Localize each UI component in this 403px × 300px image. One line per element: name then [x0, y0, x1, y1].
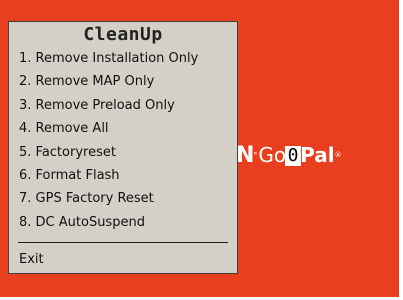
cleanup-menu: CleanUp 1. Remove Installation Only 2. R…: [8, 21, 238, 274]
menu-divider: [18, 242, 228, 244]
logo-n-mark: N: [236, 142, 254, 168]
menu-item-factoryreset[interactable]: 5. Factoryreset: [9, 141, 237, 164]
menu-item-remove-installation[interactable]: 1. Remove Installation Only: [9, 47, 237, 70]
menu-item-exit[interactable]: Exit: [9, 249, 237, 271]
menu-item-gps-factory-reset[interactable]: 7. GPS Factory Reset: [9, 187, 237, 210]
menu-item-remove-map[interactable]: 2. Remove MAP Only: [9, 70, 237, 93]
device-screen: N ° Go Pal ® 0 CleanUp 1. Remove Installatio…: [0, 0, 399, 297]
menu-item-remove-preload[interactable]: 3. Remove Preload Only: [9, 94, 237, 117]
menu-title: CleanUp: [83, 24, 163, 45]
logo-pal-text: Pal: [300, 143, 335, 167]
menu-list: 1. Remove Installation Only 2. Remove MA…: [9, 47, 237, 234]
menu-item-format-flash[interactable]: 6. Format Flash: [9, 164, 237, 187]
text-cursor-box: 0: [285, 146, 301, 166]
logo-go-text: Go: [258, 143, 287, 167]
menu-item-dc-autosuspend[interactable]: 8. DC AutoSuspend: [9, 211, 237, 234]
menu-item-remove-all[interactable]: 4. Remove All: [9, 117, 237, 140]
